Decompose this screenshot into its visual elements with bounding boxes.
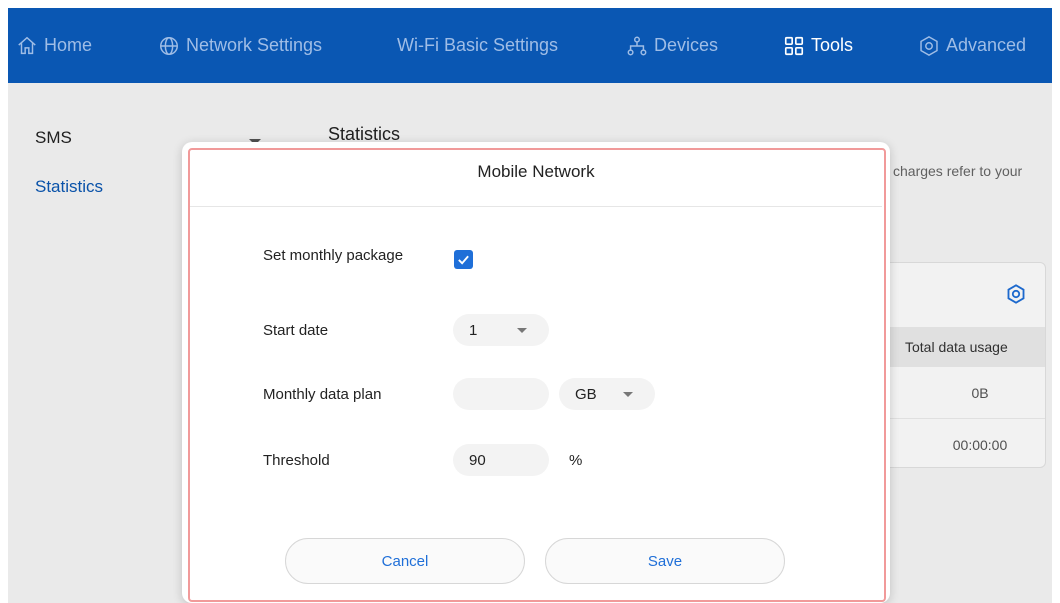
- set-monthly-package-checkbox[interactable]: [454, 250, 473, 269]
- monthly-data-plan-input[interactable]: [453, 378, 549, 410]
- save-button[interactable]: Save: [545, 538, 785, 584]
- monthly-data-plan-label: Monthly data plan: [263, 386, 382, 403]
- mobile-network-dialog: Mobile Network Set monthly package Start…: [182, 142, 890, 603]
- nav-home[interactable]: Home: [16, 8, 92, 83]
- chevron-down-icon: [623, 392, 633, 397]
- top-navigation: Home Network Settings Wi-Fi Basic Settin…: [8, 8, 1052, 83]
- cancel-button[interactable]: Cancel: [285, 538, 525, 584]
- devices-icon: [627, 36, 647, 55]
- start-date-label: Start date: [263, 322, 329, 339]
- globe-icon: [160, 36, 178, 55]
- nav-wifi-basic-settings-label: Wi-Fi Basic Settings: [397, 35, 559, 55]
- nav-devices[interactable]: Devices: [626, 8, 718, 83]
- set-monthly-package-label: Set monthly package: [263, 247, 404, 264]
- nav-network-settings[interactable]: Network Settings: [158, 8, 322, 83]
- gear-icon: [920, 35, 938, 56]
- data-unit-value: GB: [575, 385, 597, 403]
- home-icon: [18, 36, 36, 54]
- nav-tools-label: Tools: [811, 35, 854, 55]
- dialog-title: Mobile Network: [477, 162, 595, 181]
- checkmark-icon: [458, 255, 469, 265]
- threshold-value: 90: [469, 451, 486, 469]
- nav-home-label: Home: [44, 35, 93, 55]
- start-date-value: 1: [469, 321, 478, 339]
- tools-grid-icon: [784, 36, 804, 55]
- nav-devices-label: Devices: [654, 35, 719, 55]
- nav-advanced[interactable]: Advanced: [918, 8, 1026, 83]
- threshold-input[interactable]: 90: [453, 444, 549, 476]
- threshold-unit: %: [569, 452, 583, 469]
- dialog-divider: [190, 206, 882, 207]
- nav-tools[interactable]: Tools: [783, 8, 853, 83]
- chevron-down-icon: [517, 328, 527, 333]
- nav-advanced-label: Advanced: [946, 35, 1027, 55]
- threshold-label: Threshold: [263, 452, 330, 469]
- nav-network-settings-label: Network Settings: [186, 35, 323, 55]
- nav-wifi-basic-settings[interactable]: Wi-Fi Basic Settings: [397, 8, 558, 83]
- start-date-select[interactable]: 1: [453, 314, 549, 346]
- data-unit-select[interactable]: GB: [559, 378, 655, 410]
